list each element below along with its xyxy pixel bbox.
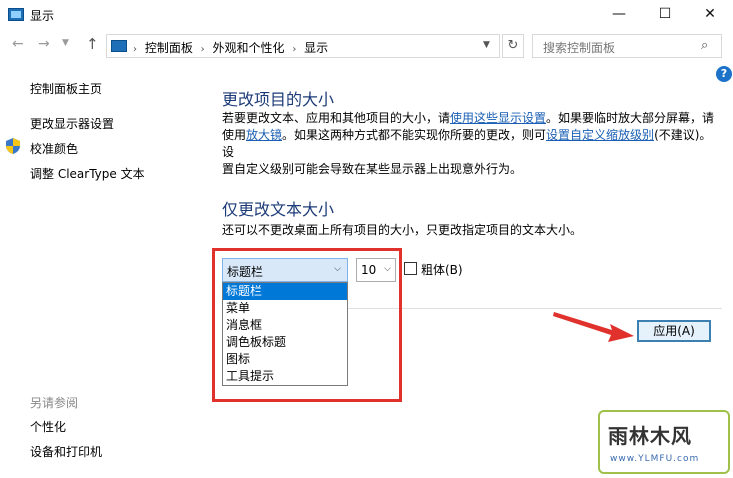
recent-locations-chevron-icon[interactable]: ▼ [62,38,69,48]
sidebar-item-personalization[interactable]: 个性化 [30,418,66,435]
text-span: 若要更改文本、应用和其他项目的大小，请 [222,111,451,125]
see-also-heading: 另请参阅 [30,396,79,410]
chevron-right-icon: › [133,44,137,55]
sidebar-item-control-panel-home[interactable]: 控制面板主页 [30,80,102,97]
close-button[interactable]: ✕ [687,0,733,30]
search-icon[interactable]: ⌕ [701,38,708,53]
breadcrumb-appearance[interactable]: 外观和个性化 [213,41,285,55]
bold-label[interactable]: 粗体(B) [421,261,463,278]
highlight-box [212,248,402,402]
section-title-change-item-size: 更改项目的大小 [222,90,335,109]
magnifier-link[interactable]: 放大镜 [246,128,282,142]
display-icon [8,8,24,21]
text-span: 使用 [222,128,247,142]
chevron-right-icon[interactable]: › [201,44,205,55]
sidebar-item-change-display-settings[interactable]: 更改显示器设置 [30,115,114,132]
forward-arrow-icon[interactable]: → [38,36,50,52]
watermark-url: www.YLMFU.com [610,454,700,464]
window-title: 显示 [30,9,55,23]
annotation-arrow-icon [553,312,634,342]
up-arrow-icon[interactable]: ↑ [86,35,99,53]
refresh-button[interactable]: ↻ [502,34,524,58]
chevron-right-icon[interactable]: › [292,44,296,55]
text-span: 。如果要临时放大部分屏幕，请 [546,111,715,125]
divider [348,308,722,309]
text-span: 。如果这两种方式都不能实现你所要的更改，则可 [282,128,547,142]
watermark-title: 雨林木风 [608,424,692,448]
section2-description: 还可以不更改桌面上所有项目的大小，只更改指定项目的文本大小。 [222,223,583,237]
breadcrumb-control-panel[interactable]: 控制面板 [145,41,193,55]
sidebar-item-calibrate-color[interactable]: 校准颜色 [30,140,78,157]
breadcrumb: › 控制面板 › 外观和个性化 › 显示 [133,39,332,56]
back-arrow-icon[interactable]: ← [12,36,24,52]
apply-button[interactable]: 应用(A) [637,320,711,342]
search-input[interactable]: 搜索控制面板 ⌕ [532,34,722,58]
title-bar: 显示 — ☐ ✕ [0,0,733,30]
display-settings-link[interactable]: 使用这些显示设置 [450,111,546,125]
search-placeholder: 搜索控制面板 [543,41,616,55]
maximize-button[interactable]: ☐ [642,0,688,30]
address-dropdown-chevron-icon[interactable]: ▼ [483,40,490,50]
section-title-change-text-size: 仅更改文本大小 [222,200,335,219]
watermark-logo: 雨林木风 www.YLMFU.com [598,410,730,474]
custom-scaling-link[interactable]: 设置自定义缩放级别 [546,128,654,142]
shield-icon [6,138,20,154]
minimize-button[interactable]: — [596,0,642,30]
address-bar[interactable]: › 控制面板 › 外观和个性化 › 显示 ▼ [106,34,500,58]
breadcrumb-display[interactable]: 显示 [304,41,328,55]
section1-description: 若要更改文本、应用和其他项目的大小，请使用这些显示设置。如果要临时放大部分屏幕，… [222,110,722,178]
help-icon[interactable]: ? [716,66,732,82]
sidebar-item-devices-printers[interactable]: 设备和打印机 [30,443,102,460]
control-panel-icon [111,40,127,52]
bold-checkbox[interactable] [404,262,417,275]
sidebar-item-cleartype[interactable]: 调整 ClearType 文本 [30,165,145,182]
navigation-bar: ← → ▼ ↑ › 控制面板 › 外观和个性化 › 显示 ▼ ↻ 搜索控制面板 … [0,32,733,60]
text-span: 置自定义级别可能会导致在某些显示器上出现意外行为。 [222,162,523,176]
